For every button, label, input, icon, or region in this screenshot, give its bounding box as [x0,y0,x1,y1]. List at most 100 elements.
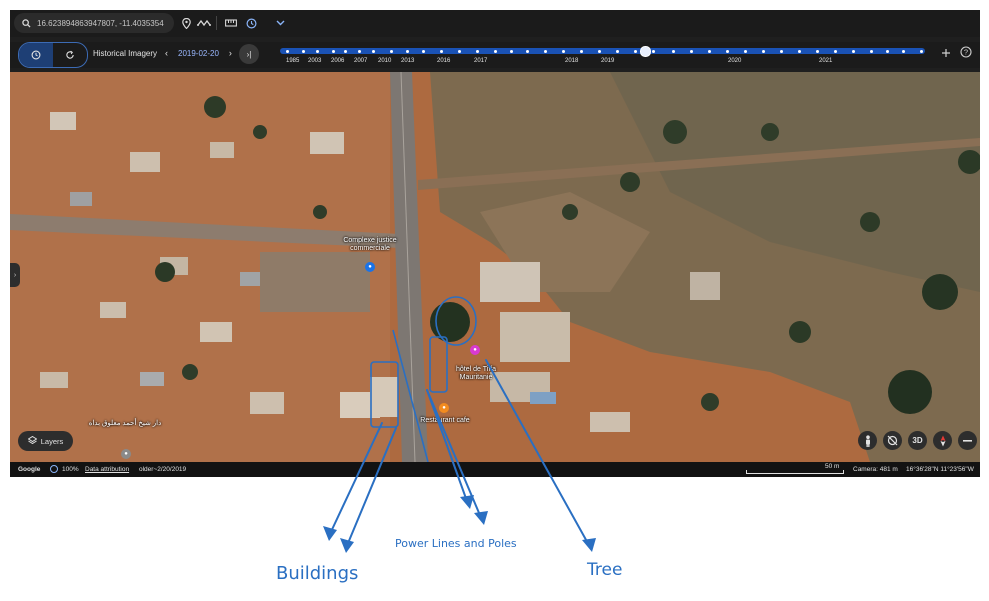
loading-ring-icon [50,465,58,473]
imagery-date-status: older~2/20/2019 [139,466,187,473]
hotel-pin-icon[interactable]: ● [470,345,480,355]
poi-restaurant-label[interactable]: Restaurant cafe [413,417,477,425]
timeline-capture-dot[interactable] [616,49,619,53]
year-label: 2021 [819,58,833,64]
year-label: 1985 [286,58,300,64]
previous-date-button[interactable]: ‹ [165,48,168,58]
search-icon [22,18,31,28]
timeline-capture-dot[interactable] [816,49,819,53]
timeline-capture-dot[interactable] [690,49,693,53]
timeline-capture-dot[interactable] [902,49,905,53]
year-label: 2007 [354,58,368,64]
power-lines-annotation: Power Lines and Poles [395,537,517,550]
top-toolbar: 16.623894863947807, -11.4035354 [10,10,980,37]
timeline-capture-dot[interactable] [422,49,425,53]
restaurant-pin-icon[interactable]: ● [439,403,449,413]
status-bar: Google 100% Data attribution older~2/20/… [10,462,980,477]
timeline-capture-dot[interactable] [406,49,409,53]
timeline-capture-dot[interactable] [344,49,347,53]
buildings-annotation: Buildings [276,563,359,584]
timeline-capture-dot[interactable] [852,49,855,53]
timeline-capture-dot[interactable] [780,49,783,53]
timeline-capture-dot[interactable] [372,49,375,53]
pin-icon[interactable] [178,15,194,31]
layers-button[interactable]: Layers [18,431,73,451]
imagery-date: 2019-02-20 [178,48,219,58]
ruler-icon[interactable] [223,15,239,31]
imagery-mode-toggle[interactable] [18,42,88,68]
search-value[interactable]: 16.623894863947807, -11.4035354 [37,19,164,28]
timeline-capture-dot[interactable] [390,49,393,53]
help-icon[interactable]: ? [960,46,972,61]
path-icon[interactable] [196,15,212,31]
timeline-capture-dot[interactable] [476,49,479,53]
current-imagery-button[interactable] [53,43,87,67]
toolbar-divider [216,16,217,30]
3d-toggle-button[interactable]: 3D [908,431,927,450]
timeline-capture-dot[interactable] [762,49,765,53]
year-label: 2020 [728,58,742,64]
history-icon[interactable] [243,15,259,31]
year-label: 2017 [474,58,488,64]
historical-imagery-bar: Historical Imagery ‹ 2019-02-20 › ›| 198… [10,42,980,68]
layers-icon [27,435,38,446]
timeline-capture-dot[interactable] [316,49,319,53]
collapse-icon[interactable] [941,48,951,61]
timeline-capture-dot[interactable] [672,49,675,53]
timeline-capture-dot[interactable] [544,49,547,53]
camera-altitude: Camera: 481 m [853,466,898,473]
cursor-coordinates: 16°36'28"N 11°23'56"W [906,466,974,473]
scale-label: 50 m [825,463,840,470]
tree-annotation: Tree [587,560,623,580]
timeline-capture-dot[interactable] [562,49,565,53]
timeline-capture-dot[interactable] [302,49,305,53]
compass-icon[interactable] [933,431,952,450]
search-box[interactable]: 16.623894863947807, -11.4035354 [14,13,174,33]
load-percent: 100% [62,466,79,473]
timeline-capture-dot[interactable] [726,49,729,53]
google-earth-window: 16.623894863947807, -11.4035354 Historic… [10,10,980,477]
timeline-capture-dot[interactable] [634,49,637,53]
poi-complexe-label[interactable]: Complexe justice commerciale [330,237,410,252]
data-attribution-link[interactable]: Data attribution [85,466,129,473]
chevron-down-icon[interactable] [272,15,288,31]
layers-label: Layers [40,436,64,446]
timeline-capture-dot[interactable] [526,49,529,53]
timeline-capture-dot[interactable] [886,49,889,53]
year-label: 2013 [401,58,415,64]
year-label: 2018 [565,58,579,64]
zoom-out-button[interactable] [958,431,977,450]
timeline-capture-dot[interactable] [358,49,361,53]
next-date-button[interactable]: › [229,48,232,58]
imagery-timeline[interactable] [280,46,925,57]
timeline-capture-dot[interactable] [458,49,461,53]
poi-hotel-label[interactable]: hôtel de Tiffa Mauritanie [448,366,504,381]
poi-arabic-label[interactable]: دار شيخ أحمد معلوق بداه [70,420,180,428]
street-view-pegman-icon[interactable] [858,431,877,450]
timeline-capture-dot[interactable] [580,49,583,53]
timeline-capture-dot[interactable] [798,49,801,53]
timeline-capture-dot[interactable] [510,49,513,53]
timeline-capture-dot[interactable] [332,49,335,53]
year-label: 2016 [437,58,451,64]
timeline-capture-dot[interactable] [870,49,873,53]
svg-text:?: ? [964,48,968,57]
satellite-map-view[interactable]: Complexe justice commerciale ● ● hôtel d… [10,72,980,462]
timeline-capture-dot[interactable] [834,49,837,53]
timeline-handle[interactable] [640,46,651,57]
timeline-capture-dot[interactable] [708,49,711,53]
expand-sidebar-button[interactable]: › [10,263,20,287]
timeline-capture-dot[interactable] [286,49,289,53]
timeline-capture-dot[interactable] [744,49,747,53]
timeline-capture-dot[interactable] [920,49,923,53]
timeline-capture-dot[interactable] [440,49,443,53]
rotate-icon[interactable] [883,431,902,450]
shopping-pin-icon[interactable]: ● [365,262,375,272]
scale-bar [746,470,844,474]
timeline-capture-dot[interactable] [652,49,655,53]
timeline-capture-dot[interactable] [494,49,497,53]
timeline-capture-dot[interactable] [598,49,601,53]
skip-to-latest-button[interactable]: ›| [239,44,259,64]
history-mode-button[interactable] [19,43,53,67]
place-pin-icon[interactable]: ● [121,449,131,459]
